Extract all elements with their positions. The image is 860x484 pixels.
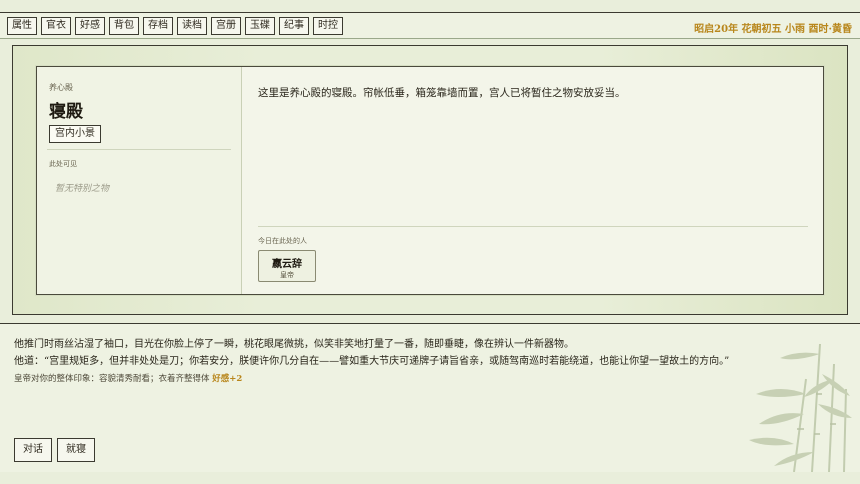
- dialogue-speech: 他道：“宫里规矩多，但并非处处是刀；你若安分，朕便许你几分自在——譬如重大节庆可…: [14, 356, 730, 367]
- visible-items-empty: 暂无特别之物: [55, 184, 110, 194]
- location-parent: 养心殿: [49, 83, 73, 92]
- divider: [47, 149, 231, 150]
- location-description: 这里是养心殿的寝殿。帘帐低垂，箱笼靠墙而置，宫人已将暂住之物安放妥当。: [258, 87, 626, 99]
- impression-text: 皇帝对你的整体印象：容貌清秀耐看；衣着齐整得体: [14, 374, 210, 384]
- impression-line: 皇帝对你的整体印象：容貌清秀耐看；衣着齐整得体 好感+2: [14, 372, 242, 384]
- talk-button[interactable]: 对话: [14, 438, 52, 462]
- person-card[interactable]: 嬴云辞 皇帝: [258, 250, 316, 282]
- visible-items-label: 此处可见: [49, 160, 77, 168]
- dialogue-narration: 他推门时雨丝沾湿了袖口，目光在你脸上停了一瞬，桃花眼尾微挑，似笑非笑地打量了一番…: [14, 339, 574, 350]
- people-present-label: 今日在此处的人: [258, 237, 307, 245]
- location-panel: 养心殿 寝殿 宫内小景 此处可见 暂无特别之物 这里是养心殿的寝殿。帘帐低垂，箱…: [36, 66, 824, 295]
- person-title: 皇帝: [280, 271, 294, 279]
- location-name: 寝殿: [49, 102, 83, 122]
- affection-change: 好感+2: [212, 374, 243, 384]
- person-name: 嬴云辞: [272, 259, 302, 270]
- divider: [258, 226, 808, 227]
- sleep-button[interactable]: 就寝: [57, 438, 95, 462]
- location-info: 养心殿 寝殿 宫内小景 此处可见 暂无特别之物: [37, 67, 242, 294]
- palace-scene-button[interactable]: 宫内小景: [49, 125, 101, 143]
- dialogue-box: 他推门时雨丝沾湿了袖口，目光在你脸上停了一瞬，桃花眼尾微挑，似笑非笑地打量了一番…: [0, 323, 860, 472]
